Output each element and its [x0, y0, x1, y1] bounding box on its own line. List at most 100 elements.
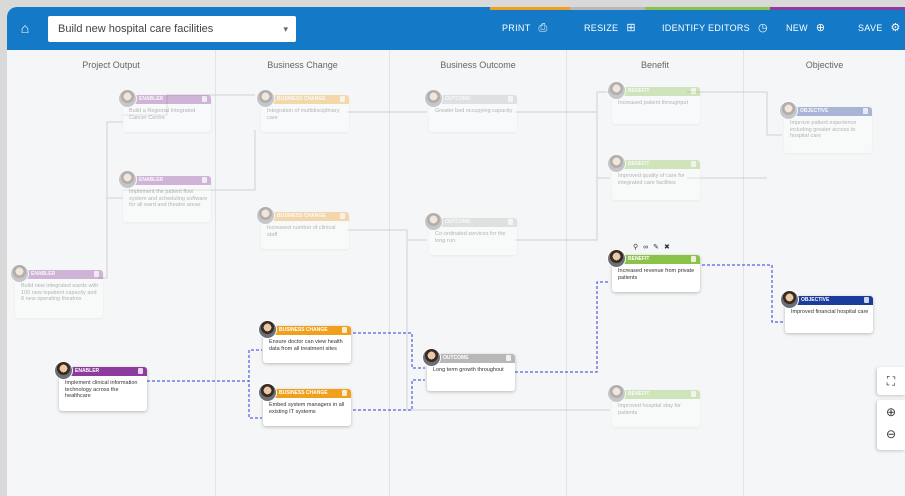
print-label: PRINT — [502, 23, 531, 33]
card-menu-icon[interactable] — [508, 219, 513, 225]
card-text: Improved financial hospital care — [791, 309, 869, 315]
card-action-bar: ⚲∞✎✖ — [633, 243, 675, 251]
outcome-card[interactable]: OUTCOME Greater bed occupying capacity — [424, 89, 517, 132]
avatar — [607, 81, 626, 100]
card-tag: OUTCOME — [445, 96, 471, 102]
avatar — [422, 348, 441, 367]
identify-editors-label: IDENTIFY EDITORS — [662, 23, 750, 33]
save-label: SAVE — [858, 23, 883, 33]
card-menu-icon[interactable] — [202, 177, 207, 183]
avatar — [256, 89, 275, 108]
resize-button[interactable]: RESIZE ⊞ — [584, 7, 636, 50]
connector-line — [353, 379, 425, 411]
benefit-card[interactable]: BENEFIT Improved hospital stay for patie… — [607, 384, 700, 427]
card-menu-icon[interactable] — [691, 161, 696, 167]
chevron-down-icon: ▾ — [283, 24, 288, 34]
objective-card[interactable]: OBJECTIVE Improve patient experience inc… — [779, 101, 872, 153]
delete-icon[interactable]: ✖ — [664, 244, 675, 251]
card-text: Improve patient experience including gre… — [790, 120, 857, 139]
card-menu-icon[interactable] — [691, 391, 696, 397]
outcome-card[interactable]: OUTCOME Long term growth throughout — [422, 348, 515, 391]
avatar — [258, 383, 277, 402]
avatar — [607, 249, 626, 268]
card-menu-icon[interactable] — [342, 327, 347, 333]
card-menu-icon[interactable] — [202, 96, 207, 102]
card-menu-icon[interactable] — [863, 108, 868, 114]
enabler-card[interactable]: ENABLER Build a Regional Integrated Canc… — [118, 89, 211, 132]
zoom-controls: ⊕ ⊖ — [877, 400, 905, 450]
enabler-card[interactable]: ENABLER Implement clinical information t… — [54, 361, 147, 411]
connector-line — [353, 332, 425, 369]
add-circle-icon: ⊕ — [815, 22, 826, 35]
card-tag: BENEFIT — [628, 88, 650, 94]
app-window: ⌂ Build new hospital care facilities ▾ P… — [7, 7, 905, 496]
card-text: Increased revenue from private patients — [618, 268, 695, 281]
business-change-card[interactable]: BUSINESS CHANGE Integration of multidisc… — [256, 89, 349, 132]
card-tag: BUSINESS CHANGE — [277, 213, 326, 219]
card-menu-icon[interactable] — [342, 390, 347, 396]
outcome-card[interactable]: OUTCOME Co-ordinated services for the lo… — [424, 212, 517, 255]
card-menu-icon[interactable] — [94, 271, 99, 277]
edit-icon[interactable]: ✎ — [653, 244, 664, 251]
card-text: Long term growth throughout — [433, 367, 504, 373]
card-text: Integration of multidisciplinary care — [267, 108, 340, 121]
card-text: Build a Regional Integrated Cancer Centr… — [129, 108, 196, 121]
printer-icon: ⎙ — [538, 22, 548, 35]
connector-line — [515, 281, 610, 373]
card-text: Improved hospital stay for patients — [618, 403, 681, 416]
benefit-card[interactable]: BENEFIT Improved quality of care for int… — [607, 154, 700, 200]
card-text: Improved quality of care for integrated … — [618, 173, 685, 186]
new-button[interactable]: NEW ⊕ — [786, 7, 825, 50]
connector-line — [347, 229, 427, 241]
card-text: Ensure doctor can view health data from … — [269, 339, 343, 352]
print-button[interactable]: PRINT ⎙ — [502, 7, 548, 50]
business-change-card[interactable]: BUSINESS CHANGE Increased number of clin… — [256, 206, 349, 249]
save-icon: ⚙ — [890, 22, 901, 35]
project-select[interactable]: Build new hospital care facilities ▾ — [48, 16, 296, 42]
fit-to-screen-button[interactable]: ⛶ — [877, 367, 905, 395]
avatar — [258, 320, 277, 339]
enabler-card[interactable]: ENABLER Implement the patient flow syste… — [118, 170, 211, 222]
enabler-card[interactable]: ENABLER Build new integrated wards with … — [10, 264, 103, 318]
business-change-card[interactable]: BUSINESS CHANGE Ensure doctor can view h… — [258, 320, 351, 363]
new-label: NEW — [786, 23, 808, 33]
card-tag: ENABLER — [139, 177, 164, 183]
pin-icon[interactable]: ⚲ — [633, 244, 643, 251]
card-tag: BENEFIT — [628, 161, 650, 167]
card-menu-icon[interactable] — [691, 88, 696, 94]
card-tag: OUTCOME — [443, 355, 469, 361]
card-tag: OUTCOME — [445, 219, 471, 225]
benefits-map-canvas[interactable]: Project Output Business Change Business … — [7, 50, 905, 496]
card-menu-icon[interactable] — [340, 96, 345, 102]
zoom-out-icon[interactable]: ⊖ — [877, 424, 905, 448]
home-icon[interactable]: ⌂ — [17, 20, 33, 36]
card-menu-icon[interactable] — [864, 297, 869, 303]
card-text: Embed system managers in all existing IT… — [269, 402, 345, 415]
avatar — [10, 264, 29, 283]
business-change-card[interactable]: BUSINESS CHANGE Embed system managers in… — [258, 383, 351, 426]
avatar — [118, 170, 137, 189]
card-tag: ENABLER — [75, 368, 100, 374]
card-menu-icon[interactable] — [340, 213, 345, 219]
card-menu-icon[interactable] — [691, 256, 696, 262]
card-text: Implement clinical information technolog… — [65, 380, 138, 399]
connector-line — [147, 380, 262, 419]
save-button[interactable]: SAVE ⚙ — [858, 7, 901, 50]
card-tag: ENABLER — [139, 96, 164, 102]
objective-card[interactable]: OBJECTIVE Improved financial hospital ca… — [780, 290, 873, 333]
benefit-card[interactable]: BENEFIT Increased patient throughput — [607, 81, 700, 124]
zoom-in-icon[interactable]: ⊕ — [877, 400, 905, 424]
card-menu-icon[interactable] — [138, 368, 143, 374]
avatar — [779, 101, 798, 120]
connector-line — [98, 197, 123, 279]
link-icon[interactable]: ∞ — [643, 244, 653, 251]
identify-editors-button[interactable]: IDENTIFY EDITORS ◷ — [662, 7, 768, 50]
card-menu-icon[interactable] — [506, 355, 511, 361]
card-tag: BUSINESS CHANGE — [279, 327, 328, 333]
card-text: Build new integrated wards with 100 new … — [21, 283, 99, 302]
card-menu-icon[interactable] — [508, 96, 513, 102]
card-tag: BENEFIT — [628, 256, 650, 262]
benefit-card[interactable]: BENEFIT Increased revenue from private p… — [607, 249, 700, 292]
connector-line — [147, 349, 262, 382]
avatar — [424, 89, 443, 108]
